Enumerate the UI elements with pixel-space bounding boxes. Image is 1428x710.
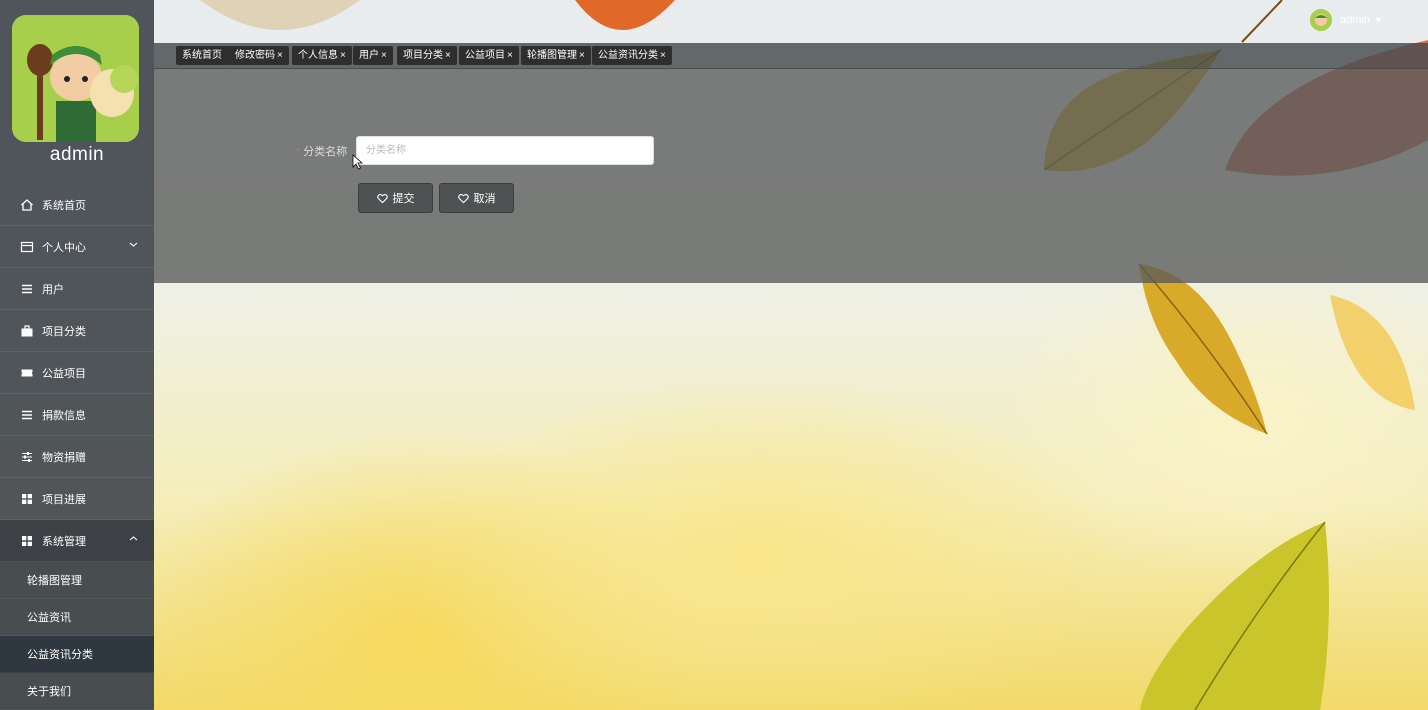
close-icon[interactable]: × — [277, 50, 283, 61]
sidebar-item-home[interactable]: 系统首页 — [0, 184, 154, 226]
caret-down-icon: ▼ — [1373, 15, 1383, 25]
sidebar-item-charity-project[interactable]: 公益项目 — [0, 352, 154, 394]
form-panel — [154, 68, 1428, 283]
cancel-label: 取消 — [473, 193, 496, 205]
close-icon[interactable]: × — [445, 50, 451, 61]
required-mark: * — [296, 146, 301, 158]
home-icon — [20, 198, 34, 212]
tag-label: 项目分类 — [403, 50, 443, 61]
header-user-name: admin — [1340, 14, 1370, 26]
submit-label: 提交 — [392, 193, 415, 205]
mouse-cursor-icon — [352, 154, 364, 170]
tag-label: 修改密码 — [235, 50, 275, 61]
sidebar-item-label: 物资捐赠 — [42, 451, 86, 464]
tag-project-category[interactable]: 项目分类 × — [397, 46, 457, 65]
ticket-icon — [20, 366, 34, 380]
sidebar-item-label: 项目进展 — [42, 493, 86, 506]
tags-view-bar: 系统首页 修改密码 × 个人信息 × 用户 × 项目分类 × 公益项目 × 轮播图管理 × … — [154, 43, 1428, 69]
sidebar-item-material-donation[interactable]: 物资捐赠 — [0, 436, 154, 478]
cancel-button[interactable]: 取消 — [439, 183, 514, 213]
tag-label: 轮播图管理 — [527, 50, 577, 61]
sidebar-item-personal-center[interactable]: 个人中心 — [0, 226, 154, 268]
list-icon — [20, 408, 34, 422]
close-icon[interactable]: × — [340, 50, 346, 61]
tag-news-category[interactable]: 公益资讯分类 × — [592, 46, 672, 65]
submit-button[interactable]: 提交 — [358, 183, 433, 213]
leaf-decoration — [1138, 263, 1268, 435]
sidebar-subitem-about-us[interactable]: 关于我们 — [0, 673, 154, 710]
tag-label: 系统首页 — [182, 50, 222, 61]
category-name-input[interactable] — [356, 136, 654, 165]
grid-icon — [20, 534, 34, 548]
leaf-stem — [1241, 0, 1283, 43]
sidebar-user-name: admin — [49, 144, 105, 165]
header-avatar — [1310, 9, 1332, 31]
sidebar-item-label: 捐款信息 — [42, 409, 86, 422]
sidebar-subitem-label: 轮播图管理 — [27, 575, 82, 587]
sidebar-item-project-category[interactable]: 项目分类 — [0, 310, 154, 352]
tag-carousel[interactable]: 轮播图管理 × — [521, 46, 591, 65]
sidebar-item-label: 公益项目 — [42, 367, 86, 380]
briefcase-icon — [20, 324, 34, 338]
tag-label: 用户 — [359, 50, 379, 61]
sidebar-item-project-progress[interactable]: 项目进展 — [0, 478, 154, 520]
sidebar-item-users[interactable]: 用户 — [0, 268, 154, 310]
sidebar-subitem-label: 公益资讯分类 — [27, 649, 93, 661]
list-icon — [20, 282, 34, 296]
heart-icon — [457, 193, 469, 204]
chevron-down-icon — [129, 240, 138, 252]
sidebar: admin 系统首页 个人中心 用户 项目分类 公益项目 捐款信息 物资捐赠 项… — [0, 0, 154, 710]
sidebar-item-label: 系统管理 — [42, 535, 86, 548]
sidebar-subitem-label: 公益资讯 — [27, 612, 71, 624]
tag-label: 公益项目 — [465, 50, 505, 61]
tag-charity-project[interactable]: 公益项目 × — [459, 46, 519, 65]
sidebar-menu: 系统首页 个人中心 用户 项目分类 公益项目 捐款信息 物资捐赠 项目进展 系统… — [0, 184, 154, 710]
sliders-icon — [20, 450, 34, 464]
close-icon[interactable]: × — [381, 50, 387, 61]
field-label-text: 分类名称 — [303, 146, 348, 158]
header-user-menu[interactable]: admin ▼ — [1310, 9, 1383, 31]
avatar-cartoon-image — [12, 15, 139, 142]
heart-icon — [376, 193, 388, 204]
card-icon — [20, 240, 34, 254]
sidebar-subitem-charity-news[interactable]: 公益资讯 — [0, 599, 154, 636]
leaf-decoration — [1330, 295, 1415, 410]
sidebar-subitem-carousel[interactable]: 轮播图管理 — [0, 562, 154, 599]
category-name-label: * 分类名称 — [296, 143, 347, 159]
sidebar-item-label: 用户 — [42, 283, 64, 296]
sidebar-item-system-management[interactable]: 系统管理 — [0, 520, 154, 562]
chevron-up-icon — [129, 534, 138, 546]
sidebar-item-label: 项目分类 — [42, 325, 86, 338]
sidebar-item-label: 系统首页 — [42, 199, 86, 212]
sidebar-subitem-label: 关于我们 — [27, 686, 71, 698]
grid-icon — [20, 492, 34, 506]
sidebar-subitem-news-category[interactable]: 公益资讯分类 — [0, 636, 154, 673]
tag-change-password[interactable]: 修改密码 × — [229, 46, 289, 65]
leaf-decoration — [200, 0, 360, 30]
close-icon[interactable]: × — [579, 50, 585, 61]
tag-home[interactable]: 系统首页 — [176, 46, 230, 65]
sidebar-item-label: 个人中心 — [42, 241, 86, 254]
tag-label: 公益资讯分类 — [598, 50, 658, 61]
close-icon[interactable]: × — [507, 50, 513, 61]
tag-label: 个人信息 — [298, 50, 338, 61]
close-icon[interactable]: × — [660, 50, 666, 61]
sidebar-item-donation-info[interactable]: 捐款信息 — [0, 394, 154, 436]
leaf-decoration — [1140, 521, 1329, 710]
tag-personal-info[interactable]: 个人信息 × — [292, 46, 352, 65]
tag-users[interactable]: 用户 × — [353, 46, 393, 65]
avatar[interactable] — [12, 15, 139, 142]
